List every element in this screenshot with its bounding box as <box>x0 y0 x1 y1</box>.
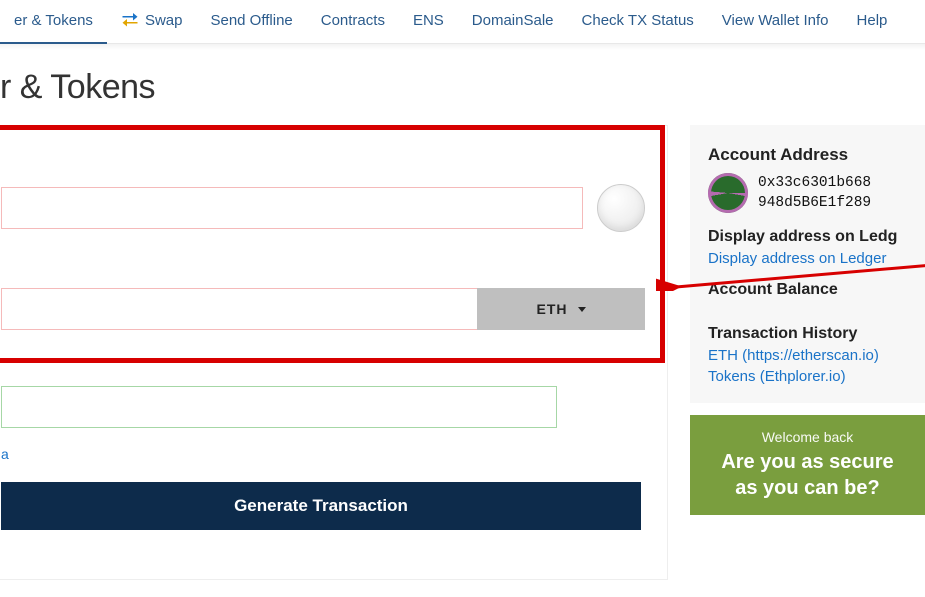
nav-ens[interactable]: ENS <box>399 0 458 44</box>
amount-row: ETH <box>1 288 645 330</box>
advanced-link[interactable]: a <box>1 446 9 462</box>
page-title: r & Tokens <box>0 50 925 125</box>
account-address-heading: Account Address <box>708 145 907 165</box>
cta-big: Are you as secure as you can be? <box>708 449 907 501</box>
chevron-down-icon <box>578 307 586 312</box>
gas-limit-input[interactable] <box>1 386 557 428</box>
nav-check-tx[interactable]: Check TX Status <box>568 0 708 44</box>
nav-swap[interactable]: Swap <box>107 0 197 44</box>
history-link-tokens[interactable]: Tokens (Ethplorer.io) <box>708 368 907 385</box>
currency-label: ETH <box>537 301 568 317</box>
transaction-history-heading: Transaction History <box>708 325 907 343</box>
sidebar: Account Address 0x33c6301b668 948d5B6E1f… <box>690 125 925 515</box>
nav-view-wallet[interactable]: View Wallet Info <box>708 0 843 44</box>
display-ledger-heading: Display address on Ledg <box>708 228 907 246</box>
nav-help[interactable]: Help <box>843 0 902 44</box>
account-blockie-icon <box>708 173 748 213</box>
send-form: ETH a Generate Transaction <box>0 125 668 580</box>
security-cta[interactable]: Welcome back Are you as secure as you ca… <box>690 415 925 515</box>
top-nav: er & Tokens Swap Send Offline Contracts … <box>0 0 925 44</box>
nav-swap-label: Swap <box>145 12 183 29</box>
generate-transaction-button[interactable]: Generate Transaction <box>1 482 641 530</box>
gas-row <box>1 386 645 428</box>
nav-domainsale[interactable]: DomainSale <box>458 0 568 44</box>
nav-contracts[interactable]: Contracts <box>307 0 399 44</box>
amount-input[interactable] <box>1 288 477 330</box>
account-widget: Account Address 0x33c6301b668 948d5B6E1f… <box>690 125 925 403</box>
to-address-row <box>1 184 645 232</box>
cta-small: Welcome back <box>708 429 907 445</box>
currency-dropdown[interactable]: ETH <box>477 288 645 330</box>
address-identicon <box>597 184 645 232</box>
history-link-eth[interactable]: ETH (https://etherscan.io) <box>708 347 907 364</box>
account-balance-heading: Account Balance <box>708 281 907 299</box>
nav-send-offline[interactable]: Send Offline <box>196 0 306 44</box>
account-address-line2: 948d5B6E1f289 <box>758 193 871 213</box>
swap-icon <box>121 11 139 31</box>
nav-send-tokens[interactable]: er & Tokens <box>0 0 107 44</box>
display-ledger-link[interactable]: Display address on Ledger <box>708 250 907 267</box>
account-address-line1: 0x33c6301b668 <box>758 173 871 193</box>
to-address-input[interactable] <box>1 187 583 229</box>
